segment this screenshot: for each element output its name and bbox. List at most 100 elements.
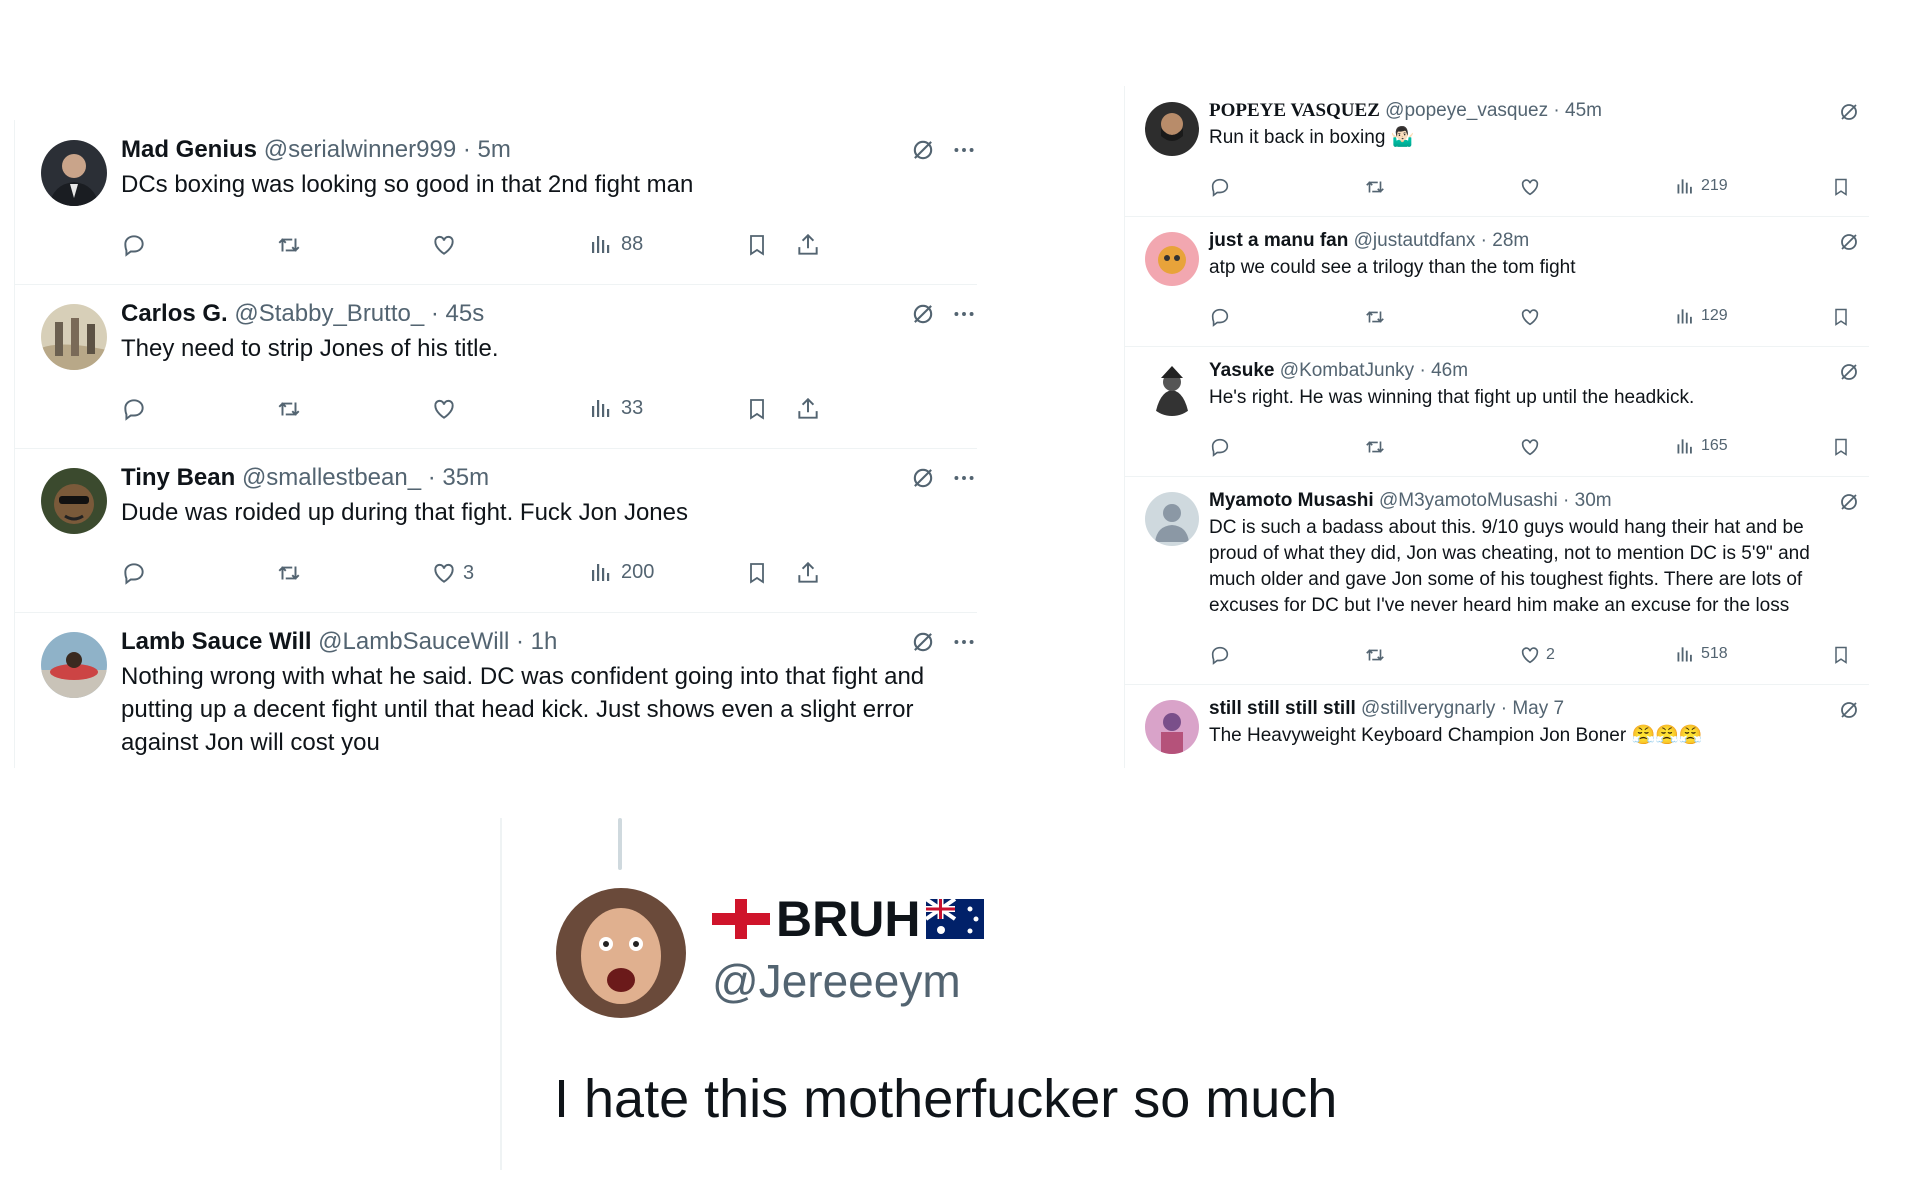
like-button[interactable] [431,232,463,258]
grok-icon[interactable] [909,300,937,328]
grok-icon[interactable] [909,628,937,656]
timestamp[interactable]: 5m [478,136,511,163]
grok-icon[interactable] [1837,698,1861,722]
more-icon[interactable] [951,301,977,327]
display-name[interactable]: Lamb Sauce Will [121,628,312,655]
grok-icon[interactable] [1837,360,1861,384]
more-icon[interactable] [951,629,977,655]
handle[interactable]: @Stabby_Brutto_ [234,300,424,327]
reply-button[interactable] [121,396,147,422]
bookmark-button[interactable] [1831,436,1851,458]
like-button[interactable] [431,396,463,422]
views-button[interactable]: 165 [1675,436,1728,456]
retweet-button[interactable] [1363,306,1387,328]
display-name[interactable]: Myamoto Musashi [1209,490,1374,511]
bookmark-button[interactable] [745,396,769,422]
retweet-button[interactable] [1363,644,1387,666]
views-button[interactable]: 518 [1675,644,1728,664]
like-button[interactable] [1519,306,1546,328]
tweet[interactable]: Carlos G. @Stabby_Brutto_ · 45s They nee… [15,284,977,449]
avatar[interactable] [1145,700,1199,754]
reply-button[interactable] [1209,306,1231,328]
reply-button[interactable] [121,232,147,258]
tweet[interactable]: Myamoto Musashi @M3yamotoMusashi · 30m D… [1125,476,1869,685]
retweet-button[interactable] [275,560,303,586]
avatar[interactable] [556,888,686,1018]
display-name[interactable]: still still still still [1209,698,1356,719]
like-button[interactable]: 3 [431,560,474,586]
avatar[interactable] [1145,492,1199,546]
timestamp[interactable]: 28m [1492,230,1529,251]
handle[interactable]: @Jereeeym [712,954,961,1008]
tweet[interactable]: Lamb Sauce Will @LambSauceWill · 1h Noth… [15,612,977,768]
avatar[interactable] [41,468,107,534]
grok-icon[interactable] [909,136,937,164]
handle[interactable]: @serialwinner999 [264,136,456,163]
avatar[interactable] [41,304,107,370]
avatar[interactable] [41,632,107,698]
retweet-button[interactable] [1363,176,1387,198]
display-name[interactable]: Tiny Bean [121,464,235,491]
like-button[interactable] [1519,176,1546,198]
tweet[interactable]: Tiny Bean @smallestbean_ · 35m Dude was … [15,448,977,613]
bookmark-button[interactable] [745,560,769,586]
grok-icon[interactable] [1837,230,1861,254]
share-button[interactable] [795,560,821,586]
tweet[interactable]: still still still still @stillverygnarly… [1125,684,1869,768]
handle[interactable]: @justautdfanx [1354,230,1476,251]
display-name[interactable]: just a manu fan [1209,230,1348,251]
retweet-button[interactable] [275,232,303,258]
like-button[interactable]: 2 [1519,644,1555,666]
timestamp[interactable]: 45s [446,300,485,327]
handle[interactable]: @stillverygnarly [1361,698,1495,719]
timestamp[interactable]: May 7 [1512,698,1564,719]
tweet[interactable]: Mad Genius @serialwinner999 · 5m DCs box… [15,120,977,285]
quoted-tweet[interactable]: BRUH @Jereeeym I hate this motherfucker … [500,818,1402,1170]
avatar[interactable] [1145,102,1199,156]
more-icon[interactable] [951,465,977,491]
tweet[interactable]: just a manu fan @justautdfanx · 28m atp … [1125,216,1869,347]
views-button[interactable]: 129 [1675,306,1728,326]
handle[interactable]: @smallestbean_ [242,464,421,491]
views-button[interactable]: 200 [589,560,654,584]
reply-button[interactable] [121,560,147,586]
handle[interactable]: @KombatJunky [1280,360,1414,381]
timestamp[interactable]: 1h [531,628,558,655]
handle[interactable]: @LambSauceWill [318,628,509,655]
display-name[interactable]: BRUH [712,890,985,948]
grok-icon[interactable] [1837,100,1861,124]
handle[interactable]: @popeye_vasquez [1385,100,1548,121]
avatar[interactable] [1145,362,1199,416]
bookmark-button[interactable] [1831,306,1851,328]
avatar[interactable] [41,140,107,206]
share-button[interactable] [795,232,821,258]
like-button[interactable] [1519,436,1546,458]
display-name[interactable]: Mad Genius [121,136,257,163]
handle[interactable]: @M3yamotoMusashi [1379,490,1558,511]
timestamp[interactable]: 45m [1565,100,1602,121]
bookmark-button[interactable] [745,232,769,258]
more-icon[interactable] [951,137,977,163]
views-button[interactable]: 33 [589,396,643,420]
reply-button[interactable] [1209,644,1231,666]
display-name[interactable]: Yasuke [1209,360,1275,381]
timestamp[interactable]: 46m [1431,360,1468,381]
retweet-button[interactable] [275,396,303,422]
tweet[interactable]: Yasuke @KombatJunky · 46m He's right. He… [1125,346,1869,477]
bookmark-button[interactable] [1831,176,1851,198]
avatar[interactable] [1145,232,1199,286]
reply-button[interactable] [1209,176,1231,198]
bookmark-button[interactable] [1831,644,1851,666]
timestamp[interactable]: 30m [1575,490,1612,511]
retweet-button[interactable] [1363,436,1387,458]
display-name[interactable]: POPEYE VASQUEZ [1209,100,1380,121]
tweet[interactable]: POPEYE VASQUEZ @popeye_vasquez · 45m Run… [1125,86,1869,217]
display-name[interactable]: Carlos G. [121,300,228,327]
timestamp[interactable]: 35m [442,464,489,491]
grok-icon[interactable] [909,464,937,492]
reply-button[interactable] [1209,436,1231,458]
grok-icon[interactable] [1837,490,1861,514]
views-button[interactable]: 219 [1675,176,1728,196]
views-button[interactable]: 88 [589,232,643,256]
share-button[interactable] [795,396,821,422]
